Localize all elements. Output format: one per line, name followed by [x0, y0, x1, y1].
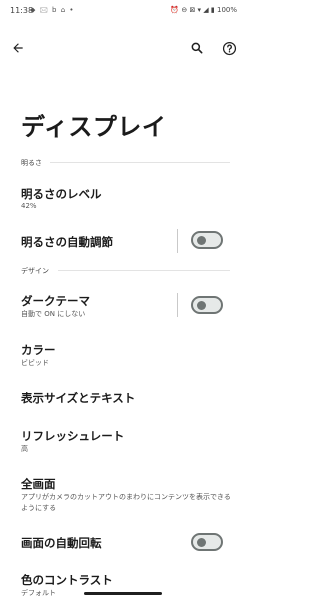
back-button[interactable] — [7, 37, 29, 59]
brightness-level-value: 42% — [21, 202, 37, 210]
navigation-handle[interactable] — [84, 592, 162, 595]
brightness-level-title: 明るさのレベル — [21, 187, 102, 201]
row-separator — [177, 293, 178, 317]
system-status-icons: ⏰ ⊖ ⊠ ▾ ◢ ▮ 100% — [170, 6, 237, 14]
adaptive-brightness-title: 明るさの自動調節 — [21, 235, 113, 249]
fullscreen-row[interactable]: 全画面 アプリがカメラのカットアウトのまわりにコンテンツを表示できるようにする — [0, 470, 245, 516]
search-icon — [191, 42, 203, 54]
auto-rotate-row[interactable]: 画面の自動回転 — [0, 529, 185, 557]
section-header-brightness: 明るさ — [21, 159, 42, 167]
dark-theme-row[interactable]: ダークテーマ 自動で ON にしない — [0, 287, 176, 323]
refresh-rate-row[interactable]: リフレッシュレート 高 — [0, 422, 245, 458]
fullscreen-title: 全画面 — [21, 477, 56, 491]
colors-subtitle: ビビッド — [21, 359, 49, 367]
color-contrast-title: 色のコントラスト — [21, 573, 113, 587]
adaptive-brightness-toggle[interactable] — [191, 231, 223, 249]
adaptive-brightness-row[interactable]: 明るさの自動調節 — [0, 228, 176, 254]
brightness-level-row[interactable]: 明るさのレベル 42% — [0, 180, 245, 216]
section-divider — [50, 162, 230, 163]
refresh-rate-value: 高 — [21, 445, 28, 453]
notification-icons: ◆ 🖂 b ⌂ • — [30, 6, 75, 14]
page-title: ディスプレイ — [21, 113, 167, 141]
display-size-title: 表示サイズとテキスト — [21, 391, 136, 405]
arrow-left-icon — [13, 43, 23, 53]
battery-percent: 100% — [216, 6, 237, 14]
colors-row[interactable]: カラー ビビッド — [0, 336, 245, 372]
toggle-knob — [197, 301, 206, 310]
dark-theme-title: ダークテーマ — [21, 294, 90, 308]
dark-theme-subtitle: 自動で ON にしない — [21, 310, 86, 318]
help-icon — [222, 41, 236, 55]
system-icons: ⏰ ⊖ ⊠ ▾ ◢ ▮ — [170, 6, 215, 14]
colors-title: カラー — [21, 343, 56, 357]
color-contrast-subtitle: デフォルト — [21, 589, 56, 597]
search-button[interactable] — [186, 37, 208, 59]
refresh-rate-title: リフレッシュレート — [21, 429, 125, 443]
help-button[interactable] — [218, 37, 240, 59]
auto-rotate-toggle[interactable] — [191, 533, 223, 551]
toggle-knob — [197, 236, 206, 245]
section-divider — [58, 270, 230, 271]
status-bar: 11:38 ◆ 🖂 b ⌂ • ⏰ ⊖ ⊠ ▾ ◢ ▮ 100% — [0, 0, 245, 24]
toggle-knob — [197, 538, 206, 547]
fullscreen-subtitle: アプリがカメラのカットアウトのまわりにコンテンツを表示できるようにする — [21, 493, 231, 512]
row-separator — [177, 229, 178, 253]
section-header-design: デザイン — [21, 267, 49, 275]
dark-theme-toggle[interactable] — [191, 296, 223, 314]
auto-rotate-title: 画面の自動回転 — [21, 536, 102, 550]
display-size-row[interactable]: 表示サイズとテキスト — [0, 384, 245, 412]
